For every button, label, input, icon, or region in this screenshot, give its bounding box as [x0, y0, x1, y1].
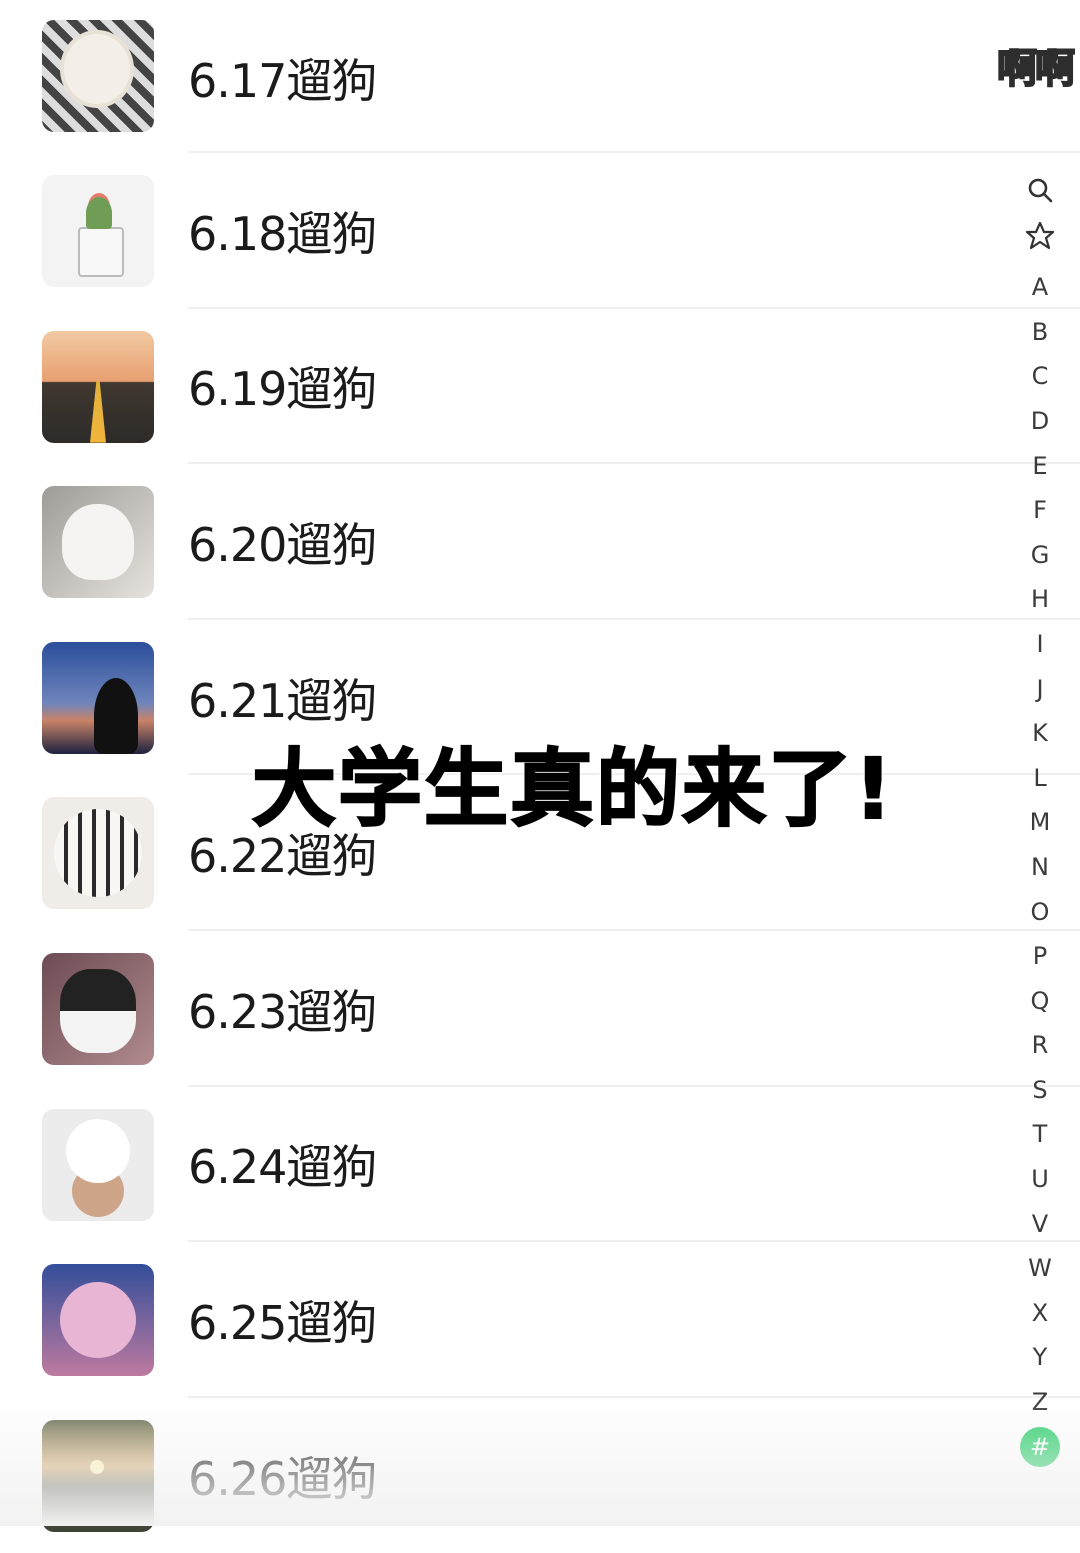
index-letter[interactable]: S — [1020, 1068, 1060, 1113]
contact-name: 6.26遛狗 — [188, 1451, 377, 1506]
index-letter[interactable]: U — [1020, 1157, 1060, 1202]
contact-name: 6.19遛狗 — [188, 362, 377, 417]
contact-row[interactable]: 6.24遛狗 — [0, 1087, 1080, 1243]
white-cat-avatar — [42, 486, 154, 599]
contact-row[interactable]: 6.18遛狗 — [0, 153, 1080, 309]
contact-row[interactable]: 6.25遛狗 — [0, 1242, 1080, 1398]
index-letter[interactable]: W — [1020, 1246, 1060, 1291]
hash-index-badge[interactable]: # — [1020, 1426, 1060, 1467]
overlay-caption: 大学生真的来了! — [251, 739, 895, 839]
contact-row[interactable]: 6.23遛狗 — [0, 931, 1080, 1087]
index-letter[interactable]: E — [1020, 444, 1060, 489]
index-letter[interactable]: T — [1020, 1112, 1060, 1157]
index-letter[interactable]: P — [1020, 934, 1060, 979]
index-letter[interactable]: F — [1020, 488, 1060, 533]
index-letter[interactable]: Y — [1020, 1335, 1060, 1380]
contact-name: 6.23遛狗 — [188, 984, 377, 1039]
contact-row[interactable]: 6.17遛狗 — [0, 0, 1080, 153]
index-letter[interactable]: J — [1020, 667, 1060, 712]
cat-plush-avatar — [42, 952, 154, 1065]
sheep-plush-avatar — [42, 20, 154, 132]
index-letter[interactable]: A — [1020, 265, 1060, 310]
index-letter[interactable]: L — [1020, 756, 1060, 801]
contact-name: 6.25遛狗 — [188, 1295, 377, 1350]
contact-name: 6.18遛狗 — [188, 206, 377, 261]
index-letter[interactable]: V — [1020, 1202, 1060, 1247]
tiger-plush-avatar — [42, 797, 154, 910]
palm-road-avatar — [42, 330, 154, 443]
index-letter[interactable]: I — [1020, 622, 1060, 667]
anime-girl-avatar — [42, 1264, 154, 1377]
watermark-text: 啊啊 — [996, 45, 1076, 93]
index-letter[interactable]: H — [1020, 577, 1060, 622]
index-letter[interactable]: N — [1020, 845, 1060, 890]
search-icon[interactable] — [1020, 176, 1060, 221]
index-letter[interactable]: K — [1020, 711, 1060, 756]
index-letter[interactable]: R — [1020, 1023, 1060, 1068]
alphabet-index[interactable]: A B C D E F G H I J K L M N O P Q R S T … — [1012, 176, 1068, 1467]
index-letter[interactable]: D — [1020, 399, 1060, 444]
index-letter[interactable]: M — [1020, 800, 1060, 845]
index-letter[interactable]: Q — [1020, 979, 1060, 1024]
white-dog-avatar — [42, 1108, 154, 1221]
contact-row[interactable]: 6.20遛狗 — [0, 464, 1080, 620]
contact-name: 6.20遛狗 — [188, 517, 377, 572]
star-icon[interactable] — [1020, 221, 1060, 266]
contact-name: 6.21遛狗 — [188, 673, 377, 728]
potted-plant-avatar — [42, 175, 154, 287]
index-letter[interactable]: B — [1020, 310, 1060, 355]
index-letter[interactable]: Z — [1020, 1380, 1060, 1425]
contact-name: 6.24遛狗 — [188, 1140, 377, 1195]
contact-name: 6.17遛狗 — [188, 54, 377, 108]
sunset-man-avatar — [42, 641, 154, 754]
index-letter[interactable]: X — [1020, 1291, 1060, 1336]
index-letter[interactable]: G — [1020, 533, 1060, 578]
index-letter[interactable]: C — [1020, 354, 1060, 399]
contact-row[interactable]: 6.19遛狗 — [0, 309, 1080, 465]
contact-row[interactable]: 6.26遛狗 — [0, 1398, 1080, 1553]
sunset-trees-avatar — [42, 1419, 154, 1532]
index-letter[interactable]: O — [1020, 890, 1060, 935]
